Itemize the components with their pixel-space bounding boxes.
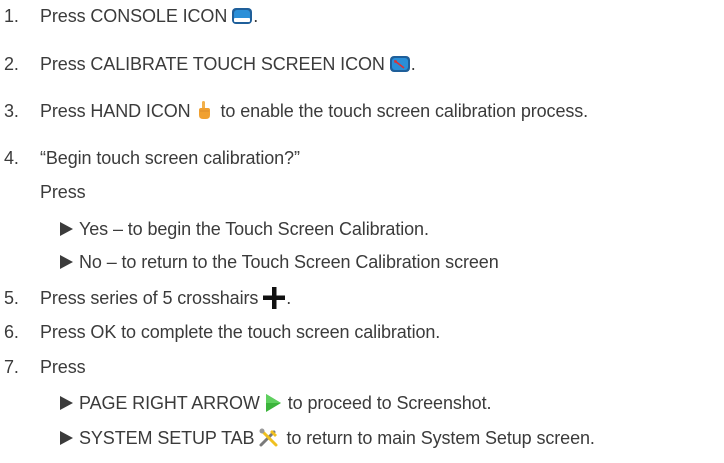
step-number: 4. (4, 147, 19, 168)
step-text-end: . (286, 287, 292, 308)
crosshair-icon (262, 286, 286, 310)
step-number: 6. (4, 321, 19, 342)
press-label: Press (40, 181, 86, 202)
step-1: 1. Press CONSOLE ICON . (0, 3, 258, 29)
step-7: 7. Press (0, 354, 86, 380)
option-text-end: to proceed to Screenshot. (287, 392, 492, 413)
bullet-arrow-icon (60, 222, 73, 236)
step-4-option-no: No – to return to the Touch Screen Calib… (0, 249, 499, 275)
step-text: Press OK to complete the touch screen ca… (40, 321, 441, 342)
system-setup-tab-icon (258, 427, 280, 449)
step-text-end: to enable the touch screen calibration p… (220, 100, 589, 121)
step-3: 3. Press HAND ICON to enable the touch s… (0, 98, 588, 124)
option-text-end: to return to main System Setup screen. (286, 427, 595, 448)
instruction-list: 1. Press CONSOLE ICON . 2. Press CALIBRA… (0, 0, 724, 463)
step-text: Press CALIBRATE TOUCH SCREEN ICON (40, 53, 385, 74)
step-text-end: . (410, 53, 416, 74)
option-text: PAGE RIGHT ARROW (79, 392, 260, 413)
step-7-option-system-setup: SYSTEM SETUP TAB to return to main Syste… (0, 425, 595, 451)
step-text: Press HAND ICON (40, 100, 191, 121)
bullet-arrow-icon (60, 255, 73, 269)
option-text: SYSTEM SETUP TAB (79, 427, 255, 448)
step-text: Press (40, 356, 86, 377)
console-icon (231, 7, 253, 25)
step-6: 6. Press OK to complete the touch screen… (0, 319, 440, 345)
step-number: 5. (4, 287, 19, 308)
step-4-option-yes: Yes – to begin the Touch Screen Calibrat… (0, 216, 429, 242)
hand-icon (195, 100, 213, 122)
step-number: 2. (4, 53, 19, 74)
step-4-press: Press (0, 179, 86, 205)
option-text: No – to return to the Touch Screen Calib… (79, 251, 499, 272)
option-text: Yes – to begin the Touch Screen Calibrat… (79, 218, 429, 239)
step-text: “Begin touch screen calibration?” (40, 147, 300, 168)
bullet-arrow-icon (60, 396, 73, 410)
step-5: 5. Press series of 5 crosshairs . (0, 285, 291, 311)
step-4: 4. “Begin touch screen calibration?” (0, 145, 300, 171)
calibrate-touch-screen-icon (389, 55, 411, 73)
step-7-option-page-right: PAGE RIGHT ARROW to proceed to Screensho… (0, 390, 492, 416)
page-right-arrow-icon (264, 393, 282, 413)
step-number: 7. (4, 356, 19, 377)
step-text: Press CONSOLE ICON (40, 5, 228, 26)
step-2: 2. Press CALIBRATE TOUCH SCREEN ICON . (0, 51, 416, 77)
step-number: 3. (4, 100, 19, 121)
step-text: Press series of 5 crosshairs (40, 287, 259, 308)
step-text-end: . (253, 5, 259, 26)
bullet-arrow-icon (60, 431, 73, 445)
step-number: 1. (4, 5, 19, 26)
